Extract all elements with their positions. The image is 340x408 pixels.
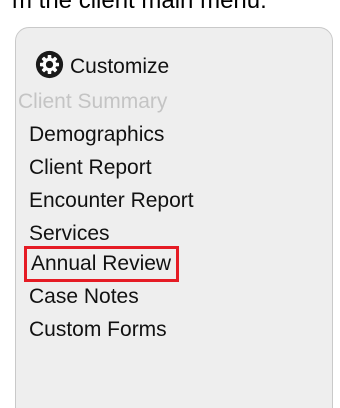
customize-label: Customize — [70, 55, 170, 78]
menu-item-demographics[interactable]: Demographics — [29, 122, 164, 148]
menu-item-encounter-report[interactable]: Encounter Report — [29, 188, 194, 214]
menu-item-client-report[interactable]: Client Report — [29, 155, 152, 181]
customize-button[interactable]: Customize — [35, 47, 169, 81]
menu-item-services[interactable]: Services — [29, 221, 110, 247]
menu-header-client-summary: Client Summary — [18, 90, 168, 113]
menu-item-case-notes[interactable]: Case Notes — [29, 284, 139, 310]
menu-item-custom-forms[interactable]: Custom Forms — [29, 317, 167, 343]
client-main-menu: Customize Client Summary Demographics Cl… — [15, 27, 333, 408]
caption-text: m the client main menu: — [12, 0, 267, 14]
gear-icon — [35, 50, 64, 78]
menu-item-annual-review[interactable]: Annual Review — [24, 246, 180, 282]
page: m the client main menu: Customize Client… — [0, 0, 340, 408]
